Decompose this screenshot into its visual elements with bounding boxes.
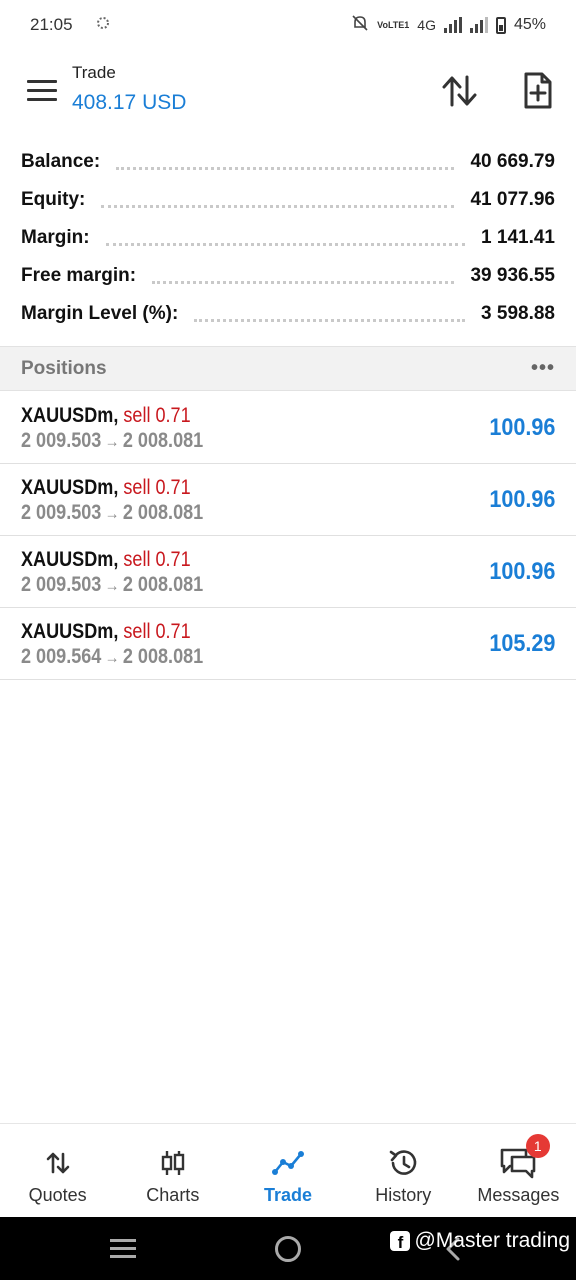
account-summary: Balance: 40 669.79 Equity: 41 077.96 Mar… — [0, 143, 576, 333]
volte-label: VoLTE1 — [377, 19, 410, 30]
summary-value: 40 669.79 — [470, 151, 555, 172]
summary-label: Balance: — [21, 151, 101, 172]
battery-percent: 45% — [513, 16, 546, 33]
positions-list: XAUUSDm, sell 0.71 2 009.503 → 2 008.081 1… — [0, 392, 576, 680]
summary-row-margin: Margin: 1 141.41 — [0, 219, 576, 257]
facebook-icon: f — [390, 1231, 411, 1251]
current-price: 2 008.081 — [122, 501, 204, 524]
nav-label: Messages — [477, 1185, 560, 1205]
status-time: 21:05 — [30, 15, 73, 34]
position-prices: 2 009.564 → 2 008.081 — [21, 645, 203, 669]
new-order-icon[interactable] — [518, 71, 558, 111]
nav-label: History — [375, 1185, 432, 1205]
signal-1-icon — [443, 17, 462, 33]
nav-label: Trade — [263, 1185, 313, 1205]
position-symbol: XAUUSDm, — [21, 404, 119, 427]
open-price: 2 009.503 — [21, 501, 102, 524]
position-row[interactable]: XAUUSDm, sell 0.71 2 009.503 → 2 008.081 1… — [0, 536, 576, 608]
arrow-right-icon: → — [104, 576, 120, 595]
summary-value: 41 077.96 — [470, 189, 555, 210]
nav-history[interactable]: History — [346, 1124, 461, 1217]
position-row[interactable]: XAUUSDm, sell 0.71 2 009.564 → 2 008.081 1… — [0, 608, 576, 680]
summary-row-margin-level: Margin Level (%): 3 598.88 — [0, 295, 576, 333]
dotted-leader — [105, 242, 466, 246]
positions-header: Positions ••• — [0, 346, 576, 391]
summary-label: Free margin: — [21, 265, 137, 286]
position-row[interactable]: XAUUSDm, sell 0.71 2 009.503 → 2 008.081 1… — [0, 464, 576, 536]
summary-row-balance: Balance: 40 669.79 — [0, 143, 576, 181]
arrow-right-icon: → — [104, 648, 120, 667]
menu-icon[interactable] — [27, 80, 57, 102]
messages-badge: 1 — [525, 1134, 550, 1158]
page-title: Trade — [72, 63, 116, 82]
sort-icon[interactable] — [440, 73, 480, 109]
position-side: sell 0.71 — [123, 476, 191, 499]
nav-label: Charts — [146, 1185, 200, 1205]
nav-charts[interactable]: Charts — [115, 1124, 230, 1217]
nav-trade[interactable]: Trade — [230, 1124, 345, 1217]
position-profit: 100.96 — [488, 486, 555, 513]
dotted-leader — [152, 280, 455, 284]
position-side: sell 0.71 — [123, 620, 191, 643]
history-icon — [387, 1146, 419, 1180]
position-title: XAUUSDm, sell 0.71 — [21, 476, 191, 500]
system-nav-bar: f @Master trading — [0, 1217, 576, 1280]
dotted-leader — [194, 318, 466, 322]
more-icon[interactable]: ••• — [531, 357, 555, 380]
position-profit: 100.96 — [488, 558, 555, 585]
charts-icon — [160, 1146, 186, 1180]
position-symbol: XAUUSDm, — [21, 548, 119, 571]
position-symbol: XAUUSDm, — [21, 620, 119, 643]
summary-label: Margin: — [21, 227, 90, 248]
position-prices: 2 009.503 → 2 008.081 — [21, 501, 203, 525]
position-profit: 100.96 — [488, 414, 555, 441]
position-title: XAUUSDm, sell 0.71 — [21, 620, 191, 644]
current-price: 2 008.081 — [122, 645, 204, 668]
quotes-icon — [45, 1146, 71, 1180]
watermark: f @Master trading — [390, 1229, 570, 1253]
app-header: Trade 408.17 USD — [0, 55, 576, 130]
nav-messages[interactable]: Messages 1 — [461, 1124, 576, 1217]
open-price: 2 009.503 — [21, 429, 102, 452]
positions-title: Positions — [21, 357, 107, 379]
watermark-text: @Master trading — [414, 1229, 570, 1252]
position-row[interactable]: XAUUSDm, sell 0.71 2 009.503 → 2 008.081 1… — [0, 392, 576, 464]
arrow-right-icon: → — [104, 432, 120, 451]
open-price: 2 009.503 — [21, 573, 102, 596]
trade-icon — [272, 1146, 304, 1180]
recent-apps-icon[interactable] — [110, 1239, 136, 1259]
summary-row-free-margin: Free margin: 39 936.55 — [0, 257, 576, 295]
dotted-leader — [101, 204, 455, 208]
network-label: 4G — [417, 17, 436, 33]
open-price: 2 009.564 — [21, 645, 102, 668]
position-title: XAUUSDm, sell 0.71 — [21, 548, 191, 572]
summary-label: Margin Level (%): — [21, 303, 179, 324]
position-profit: 105.29 — [488, 630, 555, 657]
position-prices: 2 009.503 → 2 008.081 — [21, 429, 203, 453]
arrow-right-icon: → — [104, 504, 120, 523]
header-balance: 408.17 USD — [72, 91, 187, 114]
battery-icon — [495, 16, 506, 34]
position-side: sell 0.71 — [123, 404, 191, 427]
dotted-leader — [116, 166, 455, 170]
summary-label: Equity: — [21, 189, 86, 210]
position-title: XAUUSDm, sell 0.71 — [21, 404, 191, 428]
position-symbol: XAUUSDm, — [21, 476, 119, 499]
position-prices: 2 009.503 → 2 008.081 — [21, 573, 203, 597]
current-price: 2 008.081 — [122, 573, 204, 596]
status-bar: 21:05 VoLTE1 4G 45% — [0, 0, 576, 50]
bottom-nav: Quotes Charts Trade History Messages 1 — [0, 1123, 576, 1217]
settings-status-icon — [95, 15, 111, 35]
signal-2-icon — [469, 17, 488, 33]
nav-label: Quotes — [28, 1185, 87, 1205]
summary-row-equity: Equity: 41 077.96 — [0, 181, 576, 219]
position-side: sell 0.71 — [123, 548, 191, 571]
mute-icon — [351, 14, 369, 37]
summary-value: 3 598.88 — [481, 303, 555, 324]
nav-quotes[interactable]: Quotes — [0, 1124, 115, 1217]
current-price: 2 008.081 — [122, 429, 204, 452]
summary-value: 39 936.55 — [470, 265, 555, 286]
home-icon[interactable] — [275, 1236, 301, 1262]
summary-value: 1 141.41 — [481, 227, 555, 248]
